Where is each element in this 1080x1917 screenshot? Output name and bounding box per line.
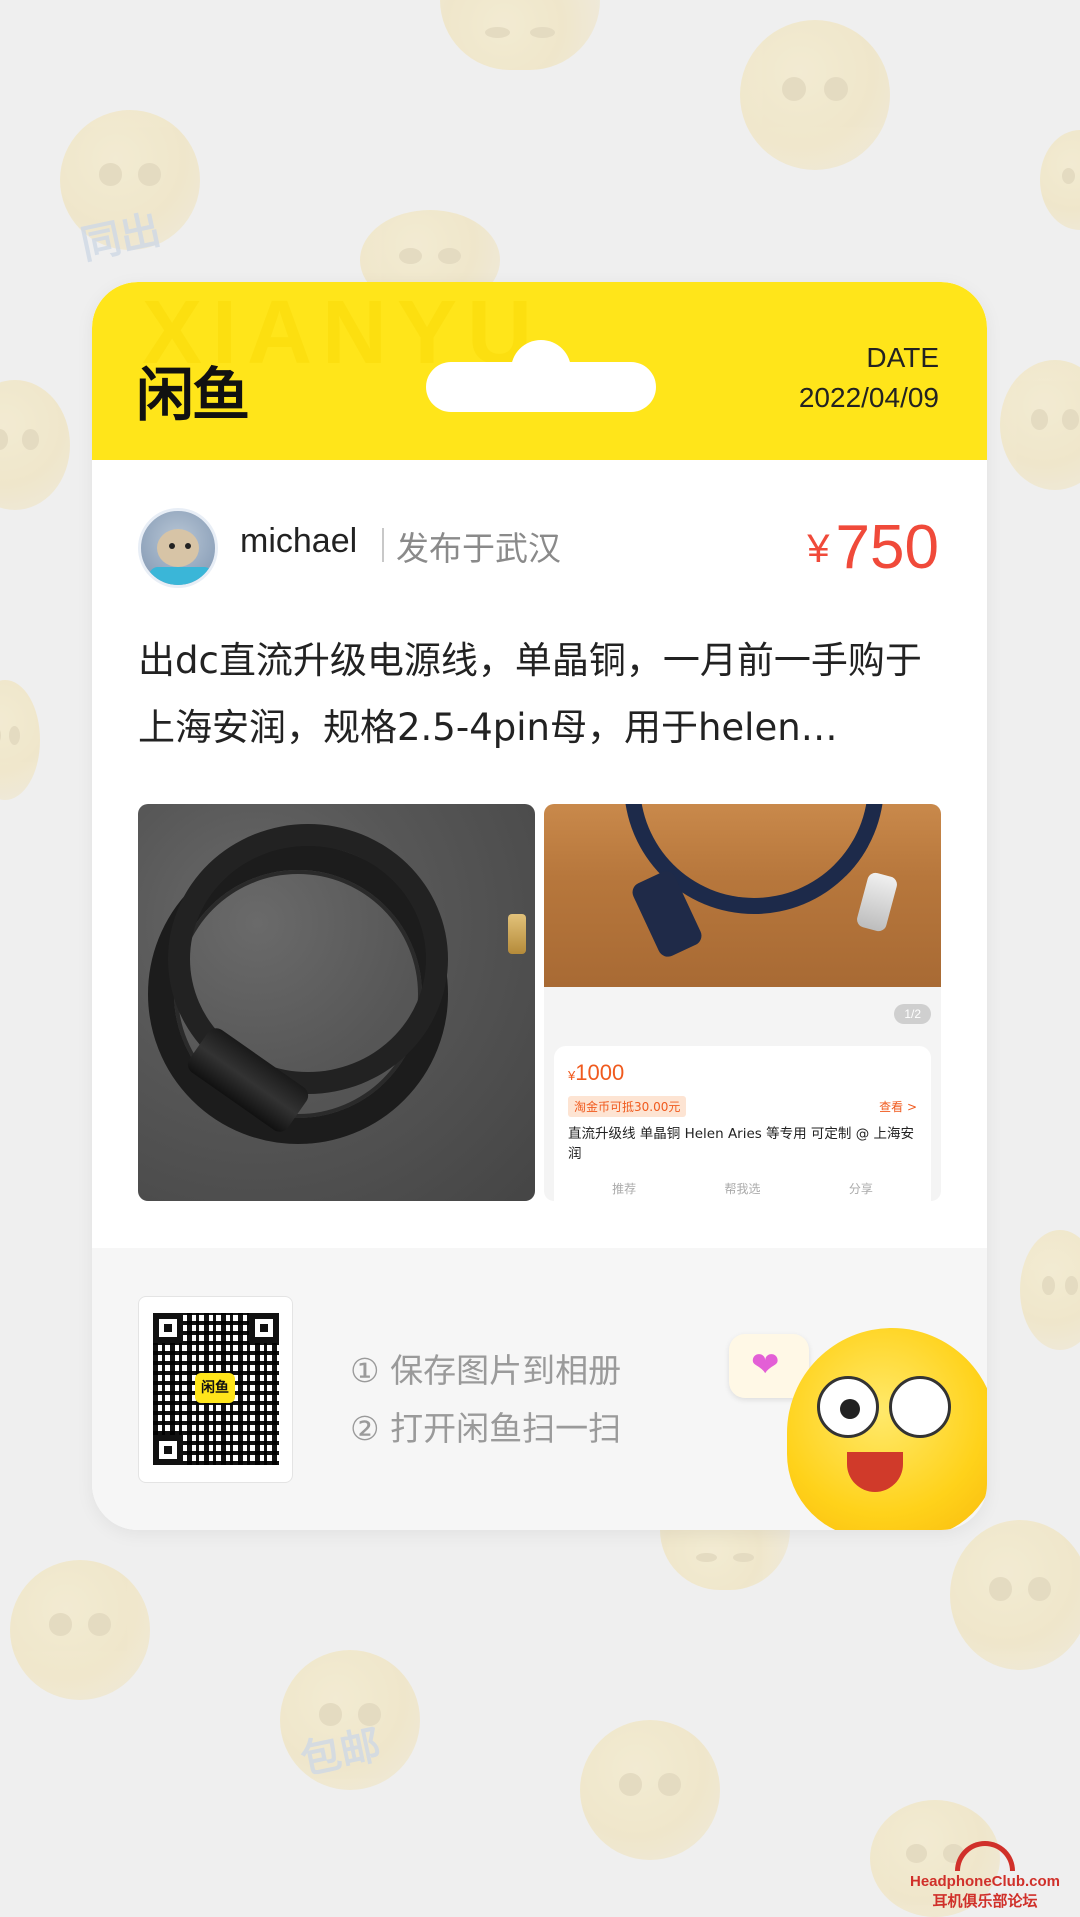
background-mascot (10, 1560, 150, 1700)
date-label: DATE (866, 342, 939, 373)
divider (382, 528, 384, 562)
background-mascot (1020, 1230, 1080, 1350)
listing-price: ¥1000 (568, 1060, 624, 1086)
background-mascot (580, 1720, 720, 1860)
background-mascot (660, 1530, 790, 1590)
site-watermark: HeadphoneClub.com 耳机俱乐部论坛 (910, 1841, 1060, 1911)
watermark-line2: 耳机俱乐部论坛 (932, 1893, 1038, 1910)
share-action: 分享 (848, 1182, 873, 1196)
date-value: 2022/04/09 (798, 382, 939, 413)
coupon-badge: 淘金币可抵30.00元 (568, 1096, 687, 1117)
xianyu-logo: 闲鱼 (136, 361, 250, 429)
listing-photo (544, 804, 941, 987)
avatar-face (157, 529, 199, 567)
dc-plug (855, 871, 899, 933)
watermark-line1: HeadphoneClub.com (909, 1873, 1060, 1890)
background-mascot (950, 1520, 1080, 1670)
price-currency: ¥ (807, 527, 830, 571)
help-choose-action: 帮我选 (724, 1182, 761, 1196)
item-photo-cable[interactable] (138, 804, 535, 1201)
listing-price-amount: 1000 (575, 1060, 625, 1085)
seller-avatar[interactable] (138, 508, 218, 588)
background-mascot (1000, 360, 1080, 490)
background-mascot (0, 680, 40, 800)
header-notch (426, 340, 656, 412)
qr-finder (153, 1313, 183, 1343)
recommend-action: 推荐 (612, 1182, 637, 1196)
avatar-scarf (149, 567, 213, 585)
mascot-mouth (847, 1452, 903, 1492)
dc-plug (508, 914, 526, 954)
qr-code[interactable]: 闲鱼 (138, 1296, 293, 1483)
item-price: ¥750 (807, 512, 939, 583)
qr-finder (153, 1435, 183, 1465)
instruction-scan: ② 打开闲鱼扫一扫 (350, 1409, 622, 1448)
listing-panel: ¥1000 淘金币可抵30.00元 查看 > 直流升级线 单晶铜 Helen A… (554, 1046, 931, 1201)
instruction-save: ① 保存图片到相册 (350, 1351, 622, 1390)
mascot-wink-eye (889, 1376, 951, 1438)
qr-finder (249, 1313, 279, 1343)
item-description: 出dc直流升级电源线，单晶铜，一月前一手购于上海安润，规格2.5-4pin母，用… (138, 639, 922, 749)
background-mascot (1040, 130, 1080, 230)
qr-logo: 闲鱼 (195, 1373, 235, 1403)
avatar-eye (185, 543, 191, 549)
avatar-eye (169, 543, 175, 549)
listing-title: 直流升级线 单晶铜 Helen Aries 等专用 可定制 @ 上海安润 (568, 1126, 914, 1162)
page-indicator: 1/2 (894, 1004, 931, 1024)
share-card[interactable]: XIANYU 闲鱼 DATE 2022/04/09 michael 发布于武汉 … (92, 282, 987, 1530)
view-link: 查看 > (879, 1100, 917, 1114)
seller-name[interactable]: michael (240, 522, 357, 561)
headphone-icon (954, 1841, 1015, 1871)
background-mascot (740, 20, 890, 170)
fish-mascot (787, 1328, 987, 1530)
card-header: XIANYU 闲鱼 DATE 2022/04/09 (92, 282, 987, 460)
heart-icon: ❤ (751, 1345, 780, 1385)
item-photo-listing-screenshot[interactable]: 1/2 ¥1000 淘金币可抵30.00元 查看 > 直流升级线 单晶铜 Hel… (544, 804, 941, 1201)
card-footer: 闲鱼 ① 保存图片到相册 ② 打开闲鱼扫一扫 ❤ (92, 1248, 987, 1530)
mascot-eye (817, 1376, 879, 1438)
seller-location: 发布于武汉 (396, 529, 561, 568)
price-amount: 750 (835, 513, 939, 582)
background-mascot (0, 380, 70, 510)
background-mascot (440, 0, 600, 70)
listing-actions: 推荐 帮我选 分享 (568, 1180, 917, 1197)
